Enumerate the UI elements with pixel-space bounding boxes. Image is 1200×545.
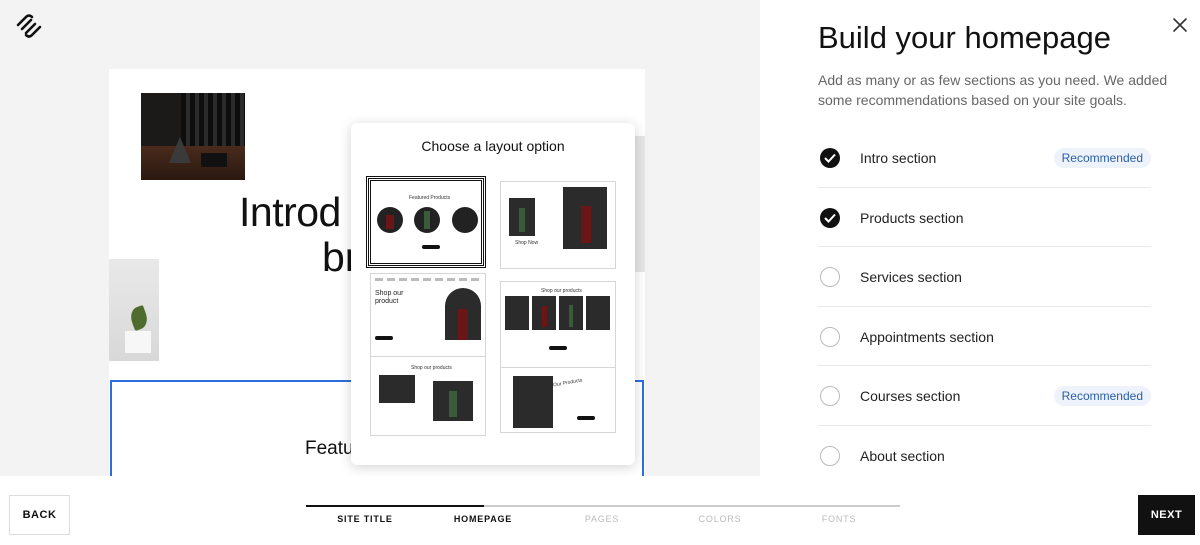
- layout-option-3[interactable]: Shop our product: [370, 273, 486, 361]
- section-list: Intro section Recommended Products secti…: [818, 128, 1151, 486]
- section-row-appointments[interactable]: Appointments section: [818, 307, 1151, 367]
- close-icon[interactable]: [1171, 16, 1189, 34]
- checkbox-unchecked[interactable]: [820, 386, 840, 407]
- layout-option-label: Shop our products: [541, 288, 582, 294]
- layout-option-label: Shop Now: [515, 240, 539, 246]
- homepage-builder-panel: Build your homepage Add as many or as fe…: [760, 0, 1200, 476]
- layout-option-5[interactable]: Shop our products: [370, 356, 486, 436]
- section-label: Products section: [860, 209, 964, 226]
- back-button[interactable]: BACK: [9, 495, 70, 535]
- page-title: Build your homepage: [818, 20, 1111, 55]
- progress-bar: [306, 505, 900, 507]
- panel-description: Add as many or as few sections as you ne…: [818, 72, 1168, 108]
- step-colors[interactable]: COLORS: [665, 514, 775, 524]
- layout-option-label: Our Products: [552, 377, 583, 389]
- hero-heading-line1: Introd: [239, 189, 341, 235]
- section-row-intro[interactable]: Intro section Recommended: [818, 128, 1151, 188]
- squarespace-logo-icon[interactable]: [14, 11, 44, 41]
- layout-option-popup: Choose a layout option Featured Products…: [351, 123, 635, 465]
- section-label: Intro section: [860, 150, 937, 166]
- section-row-courses[interactable]: Courses section Recommended: [818, 366, 1151, 426]
- section-label: About section: [860, 447, 945, 464]
- check-icon: [824, 213, 836, 223]
- hero-image: [141, 93, 245, 180]
- section-row-products[interactable]: Products section: [818, 188, 1151, 248]
- section-row-services[interactable]: Services section: [818, 247, 1151, 307]
- checkbox-unchecked[interactable]: [820, 267, 840, 288]
- popup-title: Choose a layout option: [421, 138, 565, 154]
- next-button[interactable]: NEXT: [1138, 495, 1195, 535]
- step-pages[interactable]: PAGES: [547, 514, 657, 524]
- recommended-badge: Recommended: [1053, 386, 1151, 407]
- layout-option-label: Featured Products: [409, 195, 451, 201]
- checkbox-checked[interactable]: [820, 148, 840, 168]
- plant-image: [109, 259, 159, 361]
- section-label: Services section: [860, 269, 962, 286]
- step-homepage[interactable]: HOMEPAGE: [428, 514, 538, 524]
- progress-fill: [306, 505, 485, 507]
- step-fonts[interactable]: FONTS: [784, 514, 894, 524]
- layout-option-label: Shop our products: [411, 365, 452, 371]
- layout-option-1[interactable]: Featured Products: [366, 176, 486, 268]
- check-icon: [824, 153, 836, 163]
- checkbox-unchecked[interactable]: [820, 445, 840, 466]
- section-label: Courses section: [860, 388, 961, 405]
- layout-option-2[interactable]: Shop Now: [500, 181, 616, 269]
- layout-option-label: Shop our product: [375, 290, 404, 305]
- layout-option-4[interactable]: Shop our products: [500, 281, 616, 369]
- recommended-badge: Recommended: [1053, 148, 1151, 168]
- checkbox-unchecked[interactable]: [820, 326, 840, 347]
- site-preview: Introd br Featur Choose a layout option …: [0, 0, 760, 476]
- step-site-title[interactable]: SITE TITLE: [310, 514, 420, 524]
- wizard-footer: BACK SITE TITLE HOMEPAGE PAGES COLORS FO…: [0, 476, 1200, 545]
- section-label: Appointments section: [860, 328, 994, 345]
- checkbox-checked[interactable]: [820, 207, 840, 228]
- layout-option-6[interactable]: Our Products: [500, 367, 616, 433]
